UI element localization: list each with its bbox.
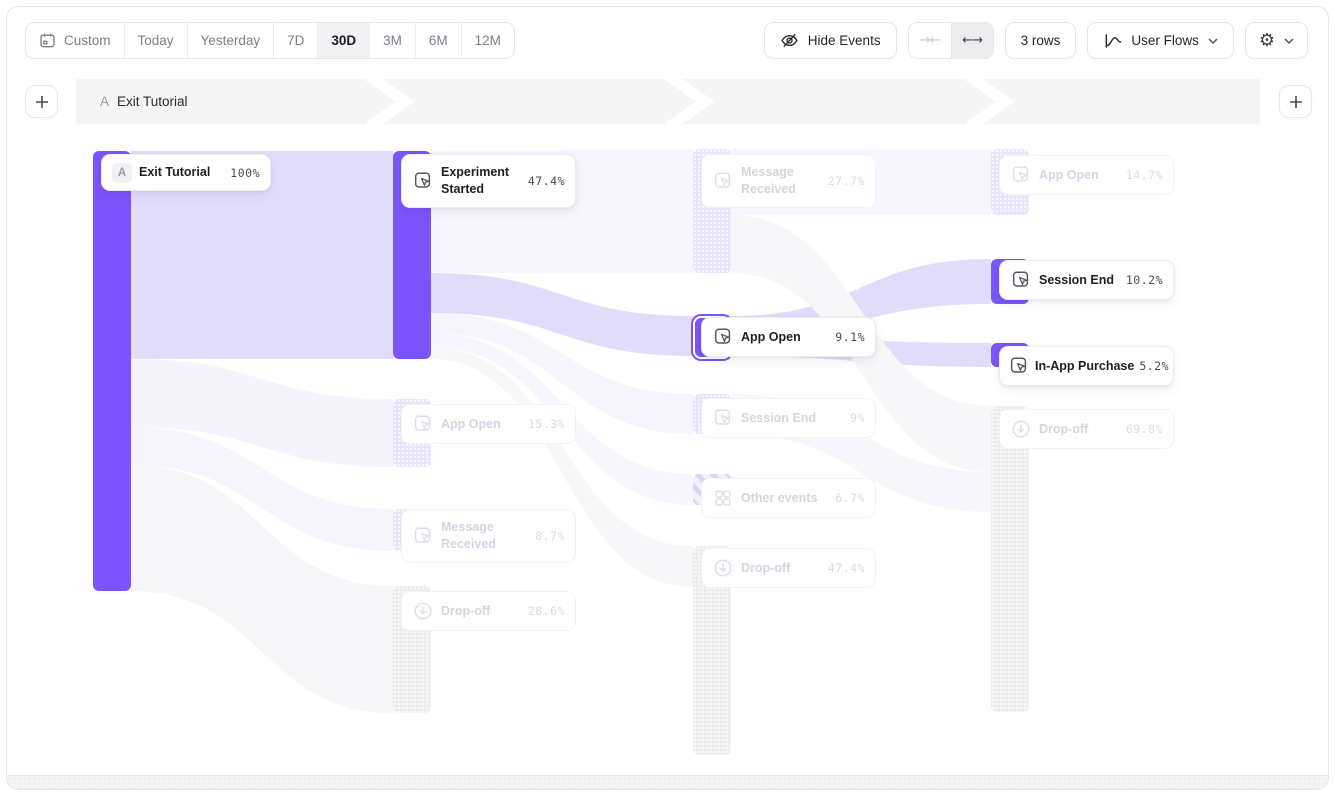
event-icon [1010,164,1032,186]
node-card-app-open-4[interactable]: App Open 14.7% [999,155,1174,195]
node-card-drop-off-4[interactable]: Drop-off 69.8% [999,409,1174,449]
other-events-icon [712,487,734,509]
node-card-session-end-3[interactable]: Session End 9% [701,398,876,438]
node-card-app-open-2[interactable]: App Open 15.3% [401,404,576,444]
app-frame: Custom Today Yesterday 7D 30D 3M 6M 12M … [6,6,1329,790]
node-card-exit-tutorial[interactable]: A Exit Tutorial 100% [101,154,271,191]
node-card-session-end-4[interactable]: Session End 10.2% [999,260,1174,300]
event-icon [712,170,734,192]
node-card-in-app-purchase-4[interactable]: In-App Purchase 5.2% [999,346,1174,386]
node-card-other-events-3[interactable]: Other events 6.7% [701,478,876,518]
node-card-app-open-3-selected[interactable]: App Open 9.1% [701,317,876,357]
step-a-badge: A [112,163,132,183]
event-icon [412,525,434,547]
event-icon [1008,355,1030,377]
event-icon [412,413,434,435]
flow-ribbons [7,7,1329,790]
event-icon [712,407,734,429]
node-card-message-received-3[interactable]: Message Received 27.7% [701,154,876,208]
drop-off-icon [712,557,734,579]
node-card-drop-off-3[interactable]: Drop-off 47.4% [701,548,876,588]
event-icon [412,170,434,192]
drop-off-icon [1010,418,1032,440]
horizontal-scrollbar-track[interactable] [7,775,1328,789]
event-icon [712,326,734,348]
node-card-experiment-started[interactable]: Experiment Started 47.4% [401,154,576,208]
node-bar-drop-off-4[interactable] [991,406,1029,712]
node-card-drop-off-2[interactable]: Drop-off 28.6% [401,591,576,631]
node-bar-exit-tutorial[interactable] [93,151,131,591]
node-card-message-received-2[interactable]: Message Received 8.7% [401,509,576,563]
drop-off-icon [412,600,434,622]
event-icon [1010,269,1032,291]
